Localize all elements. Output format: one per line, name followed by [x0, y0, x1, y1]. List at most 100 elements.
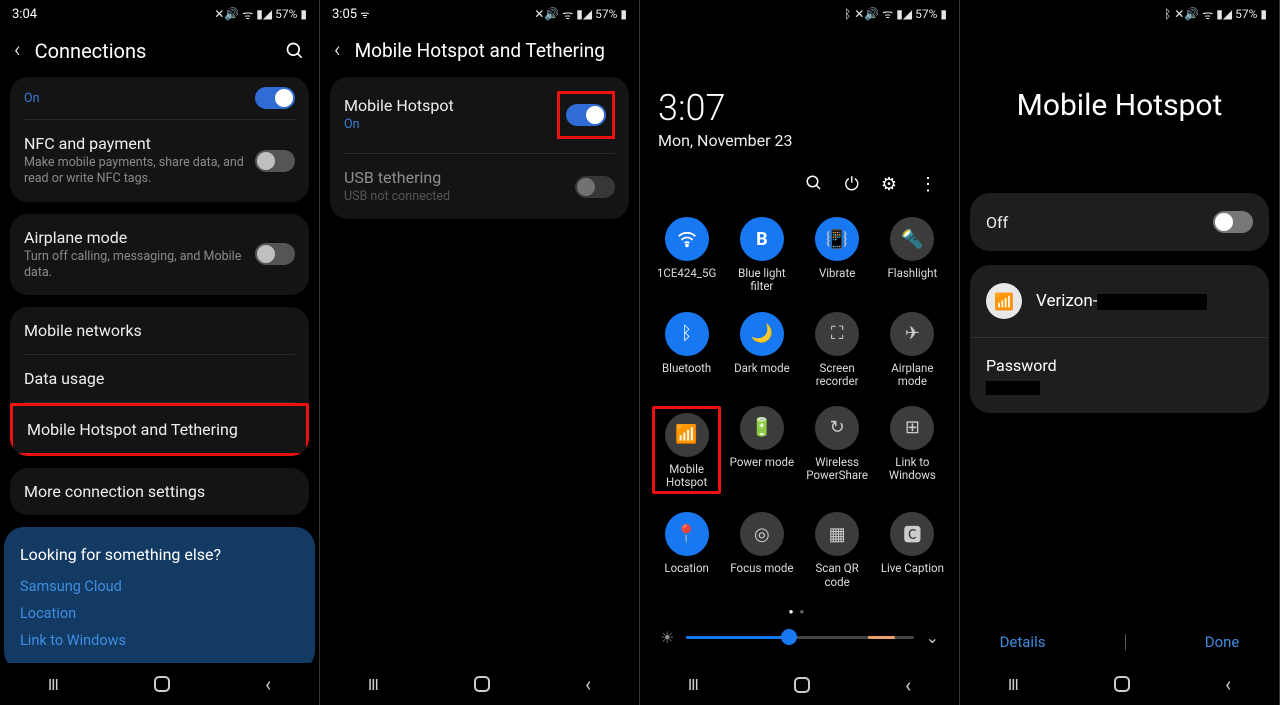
wifi-icon: ᯤ — [562, 6, 573, 23]
tile-airplane[interactable]: ✈Airplane mode — [878, 312, 947, 388]
nav-bar: III ‹ — [640, 665, 959, 705]
usb-sub: USB not connected — [344, 189, 575, 205]
tile-power-mode[interactable]: 🔋Power mode — [727, 406, 796, 494]
tile-sound[interactable]: 📳Vibrate — [803, 217, 872, 293]
panel-connections: 3:04 ✕🔊 ᯤ ▮◢ 57% ▮ ‹ Connections On NFC … — [0, 0, 320, 705]
toggle-airplane[interactable] — [255, 243, 295, 265]
tile-focus-mode[interactable]: ◎Focus mode — [727, 512, 796, 588]
nav-back[interactable]: ‹ — [905, 673, 911, 697]
mute-icon: ✕🔊 — [854, 7, 879, 21]
link-link-to-windows[interactable]: Link to Windows — [20, 632, 299, 649]
panel-quick-settings: ᛒ ✕🔊 ᯤ ▮◢ 57% ▮ 3:07 Mon, November 23 ⏻ … — [640, 0, 960, 705]
battery-icon: ▮ — [940, 7, 947, 21]
signal-icon: ▮◢ — [256, 7, 272, 21]
signal-icon: ▮◢ — [576, 7, 592, 21]
row-password[interactable]: Password — [970, 338, 1269, 413]
power-icon[interactable]: ⏻ — [845, 174, 859, 195]
tile-link-windows[interactable]: ⊞Link to Windows — [878, 406, 947, 494]
nav-bar: III ‹ — [960, 663, 1279, 705]
link-location[interactable]: Location — [20, 605, 299, 622]
card-toggles: On NFC and payment Make mobile payments,… — [10, 77, 309, 202]
toggle-prev[interactable] — [255, 87, 295, 109]
battery-text: 57% — [1235, 7, 1257, 21]
nav-back[interactable]: ‹ — [585, 672, 591, 696]
tile-bluetooth[interactable]: ᛒBluetooth — [652, 312, 721, 388]
details-button[interactable]: Details — [1000, 633, 1046, 651]
row-mobile-networks[interactable]: Mobile networks — [10, 307, 309, 354]
row-usb-tethering: USB tethering USB not connected — [330, 154, 629, 219]
nav-back[interactable]: ‹ — [265, 672, 271, 696]
nav-home[interactable] — [794, 677, 810, 693]
nav-recent[interactable]: III — [1008, 675, 1018, 694]
row-nfc[interactable]: NFC and payment Make mobile payments, sh… — [10, 120, 309, 202]
nav-bar: III ‹ — [320, 663, 639, 705]
nav-recent[interactable]: III — [368, 675, 378, 694]
tile-qr[interactable]: ▦Scan QR code — [803, 512, 872, 588]
clock: 3:04 — [12, 7, 37, 22]
toggle-mobile-hotspot[interactable] — [566, 104, 606, 126]
back-icon[interactable]: ‹ — [334, 38, 341, 63]
bluetooth-icon: ᛒ — [1164, 7, 1171, 21]
nav-home[interactable] — [154, 676, 170, 692]
done-button[interactable]: Done — [1205, 633, 1240, 651]
toggle-nfc[interactable] — [255, 150, 295, 172]
back-icon[interactable]: ‹ — [14, 38, 21, 63]
row-hotspot-tethering[interactable]: Mobile Hotspot and Tethering — [10, 403, 309, 456]
usb-title: USB tethering — [344, 168, 575, 187]
tile-flashlight[interactable]: 🔦Flashlight — [878, 217, 947, 293]
divider — [1125, 634, 1126, 650]
prev-status: On — [24, 91, 255, 107]
row-off[interactable]: Off — [970, 193, 1269, 251]
tile-screen-recorder[interactable]: ⛶Screen recorder — [803, 312, 872, 388]
nav-recent[interactable]: III — [688, 675, 698, 694]
wifi-icon: ᯤ — [1202, 6, 1213, 23]
row-network-name[interactable]: 📶 Verizon- — [970, 265, 1269, 338]
mute-icon: ✕🔊 — [214, 7, 239, 21]
highlight-mobile-hotspot: 📶Mobile Hotspot — [652, 406, 721, 494]
row-prev-setting[interactable]: On — [10, 77, 309, 119]
signal-icon: ▮◢ — [1216, 7, 1232, 21]
nav-home[interactable] — [1114, 676, 1130, 692]
settings-icon[interactable]: ⚙ — [881, 174, 897, 195]
row-airplane[interactable]: Airplane mode Turn off calling, messagin… — [10, 214, 309, 296]
more-icon[interactable]: ⋮ — [919, 174, 937, 195]
qs-date: Mon, November 23 — [640, 129, 959, 168]
page-title: Mobile Hotspot — [960, 28, 1279, 193]
card-hotspot-info: 📶 Verizon- Password — [970, 265, 1269, 413]
page-indicator: ●● — [640, 597, 959, 622]
brightness-slider[interactable]: ☀ ⌄ — [640, 622, 959, 665]
status-bar: 3:05 ᯤ ✕🔊 ᯤ ▮◢ 57% ▮ — [320, 0, 639, 28]
link-samsung-cloud[interactable]: Samsung Cloud — [20, 578, 299, 595]
expand-icon[interactable]: ⌄ — [926, 628, 939, 647]
search-icon[interactable] — [805, 174, 823, 195]
toggle-hotspot-off[interactable] — [1213, 211, 1253, 233]
nav-back[interactable]: ‹ — [1225, 672, 1231, 696]
tile-wifi[interactable]: 1CE424_5G — [652, 217, 721, 293]
status-bar: ᛒ ✕🔊 ᯤ ▮◢ 57% ▮ — [960, 0, 1279, 28]
search-icon[interactable] — [285, 41, 305, 61]
page-header: ‹ Mobile Hotspot and Tethering — [320, 28, 639, 77]
row-mobile-hotspot[interactable]: Mobile Hotspot On — [330, 77, 629, 153]
nfc-sub: Make mobile payments, share data, and re… — [24, 155, 255, 188]
page-title: Mobile Hotspot and Tethering — [355, 39, 605, 62]
password-redacted — [986, 381, 1040, 395]
nfc-title: NFC and payment — [24, 134, 255, 153]
nav-home[interactable] — [474, 676, 490, 692]
tile-live-caption[interactable]: 🅲Live Caption — [878, 512, 947, 588]
tile-mobile-hotspot[interactable]: 📶Mobile Hotspot — [657, 413, 716, 489]
off-label: Off — [986, 213, 1213, 232]
page-header: ‹ Connections — [0, 28, 319, 77]
qs-time: 3:07 — [640, 27, 959, 129]
row-data-usage[interactable]: Data usage — [10, 355, 309, 402]
row-more-settings[interactable]: More connection settings — [10, 468, 309, 515]
hotspot-icon: 📶 — [986, 283, 1022, 319]
battery-icon: ▮ — [620, 7, 627, 21]
tile-location[interactable]: 📍Location — [652, 512, 721, 588]
nav-recent[interactable]: III — [48, 675, 58, 694]
signal-icon: ▮◢ — [896, 7, 912, 21]
tile-powershare[interactable]: ↻Wireless PowerShare — [803, 406, 872, 494]
tile-dark-mode[interactable]: 🌙Dark mode — [727, 312, 796, 388]
tile-blue-light[interactable]: BBlue light filter — [727, 217, 796, 293]
airplane-title: Airplane mode — [24, 228, 255, 247]
battery-icon: ▮ — [300, 7, 307, 21]
